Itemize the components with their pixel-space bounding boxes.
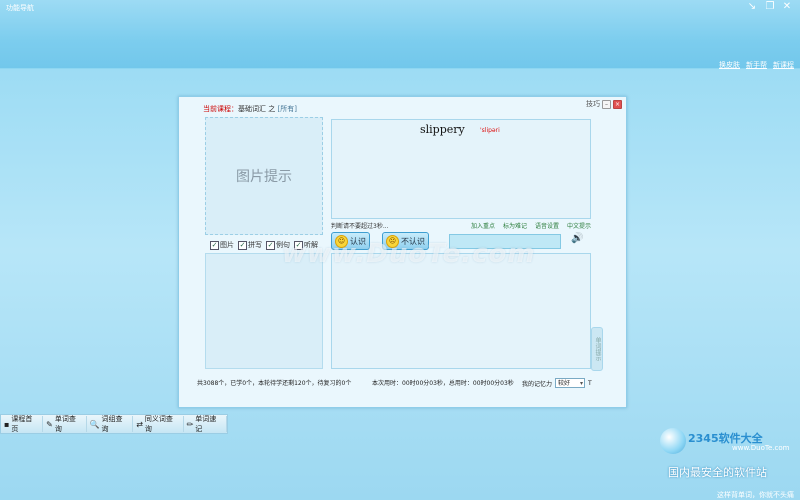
title-bar: 功能导航 ↘ ❐ ✕ 换皮肤 新手帮 新课程 <box>0 0 800 70</box>
phrase-search-button[interactable]: 🔍 词组查询 <box>87 415 134 433</box>
maximize-icon[interactable]: ❐ <box>764 1 776 13</box>
bottom-toolbar: ▪ 课程首页 ✎ 单词查询 🔍 词组查询 ⇄ 同义词查询 ✏ 单词速记 <box>0 414 228 434</box>
brand-slogan: 国内最安全的软件站 <box>668 466 767 479</box>
new-course-link[interactable]: 新课程 <box>773 60 794 70</box>
image-hint-panel: 图片提示 <box>205 117 323 235</box>
pencil-icon: ✏ <box>186 419 194 429</box>
voice-settings-link[interactable]: 语音设置 <box>535 221 559 230</box>
synonym-icon: ⇄ <box>136 419 143 429</box>
current-word: slippery <box>420 123 465 136</box>
memory-suffix: T <box>588 379 592 387</box>
add-to-focus-link[interactable]: 加入重点 <box>471 221 495 230</box>
judge-hint: 判断请不要超过3秒... <box>331 223 389 230</box>
card-tools: 技巧 – × <box>586 99 622 109</box>
top-links: 换皮肤 新手帮 新课程 <box>719 60 794 70</box>
watermark: www.DuoTe.com <box>282 239 536 269</box>
course-filter[interactable]: [所有] <box>277 105 296 113</box>
word-hint-tab[interactable]: 单词提示 <box>591 327 603 371</box>
explanation-panel <box>331 253 591 369</box>
quick-memorize-button[interactable]: ✏ 单词速记 <box>184 415 227 433</box>
memory-control: 我的记忆力 较好 ▾ T <box>522 378 592 388</box>
mark-hard-link[interactable]: 标为难记 <box>503 221 527 230</box>
chinese-hint-link[interactable]: 中文提示 <box>567 221 591 230</box>
word-search-icon: ✎ <box>46 419 53 429</box>
card-close-icon[interactable]: × <box>613 99 622 109</box>
brand-logo-icon <box>660 428 686 454</box>
app-title: 功能导航 <box>6 4 34 12</box>
speaker-icon[interactable]: 🔊 <box>571 233 583 245</box>
phonetic: 'slipəri <box>480 127 500 134</box>
course-name: 基础词汇 之 <box>238 105 276 113</box>
checkbox-icon[interactable]: ✓ <box>210 240 219 250</box>
image-hint-text: 图片提示 <box>236 169 292 185</box>
home-icon: ▪ <box>4 419 10 429</box>
time-stats: 本次用时：00时00分03秒，总用时：00时00分03秒 <box>372 380 514 387</box>
minimize-icon[interactable]: – <box>602 99 611 109</box>
footer-slogan: 这样背单词，你就不头痛 <box>717 491 794 499</box>
progress-stats: 共3088个，已学0个，本轮待学还剩120个，待复习的0个 <box>197 380 352 387</box>
option-spelling[interactable]: ✓ 拼写 <box>238 240 262 250</box>
checkbox-icon[interactable]: ✓ <box>238 240 247 250</box>
brand-url: www.DuoTe.com <box>732 444 790 452</box>
checkbox-icon[interactable]: ✓ <box>266 240 275 250</box>
option-image[interactable]: ✓ 图片 <box>210 240 234 250</box>
course-header: 当前课程：基础词汇 之 [所有] <box>203 104 297 114</box>
magnifier-icon: 🔍 <box>89 419 100 429</box>
beginner-help-link[interactable]: 新手帮 <box>746 60 767 70</box>
course-label: 当前课程： <box>203 105 238 113</box>
course-home-button[interactable]: ▪ 课程首页 <box>1 415 44 433</box>
word-actions: 加入重点 标为难记 语音设置 中文提示 <box>471 221 591 230</box>
example-panel <box>205 253 323 369</box>
restore-down-icon[interactable]: ↘ <box>746 1 758 13</box>
memory-label: 我的记忆力 <box>522 380 553 388</box>
word-search-button[interactable]: ✎ 单词查询 <box>43 415 87 433</box>
word-panel: slippery 'slipəri <box>331 119 591 219</box>
memory-select[interactable]: 较好 ▾ <box>555 378 586 388</box>
chevron-down-icon: ▾ <box>580 380 584 387</box>
change-skin-link[interactable]: 换皮肤 <box>719 60 740 70</box>
tips-button[interactable]: 技巧 <box>586 99 600 109</box>
synonym-search-button[interactable]: ⇄ 同义词查询 <box>133 415 184 433</box>
close-icon[interactable]: ✕ <box>781 1 793 13</box>
